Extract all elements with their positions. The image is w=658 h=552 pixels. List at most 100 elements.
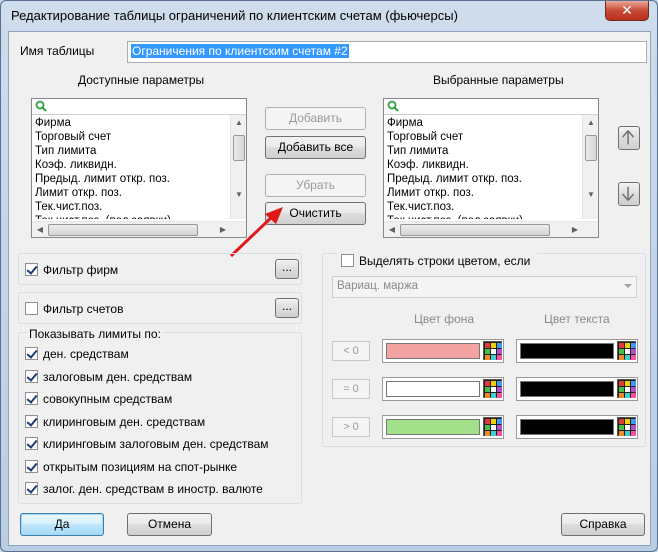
dialog-window: Редактирование таблицы ограничений по кл… <box>0 0 658 552</box>
arrow-down-icon <box>622 186 635 201</box>
highlight-field-value: Вариац. маржа <box>337 280 419 292</box>
list-item[interactable]: Тек.чист.поз. <box>386 200 581 214</box>
color-palette-icon[interactable] <box>483 341 502 360</box>
list-item[interactable]: Лимит откр. поз. <box>386 186 581 200</box>
selected-search[interactable] <box>384 99 598 115</box>
color-palette-icon[interactable] <box>483 379 502 398</box>
remove-button[interactable]: Убрать <box>265 174 366 197</box>
title-bar: Редактирование таблицы ограничений по кл… <box>1 1 657 31</box>
color-palette-icon[interactable] <box>483 417 502 436</box>
table-name-label: Имя таблицы <box>20 44 95 58</box>
scroll-down-icon[interactable]: ▼ <box>231 187 247 203</box>
available-hscrollbar[interactable]: ◀ ▶ <box>32 221 246 237</box>
show-limits-group: Показывать лимиты по: ден. средствам зало… <box>18 327 302 504</box>
selected-vscrollbar[interactable]: ▲ ▼ <box>582 115 598 219</box>
list-item[interactable]: Торговый счет <box>386 130 581 144</box>
selected-params-list[interactable]: Фирма Торговый счет Тип лимита Коэф. ликвид… <box>383 98 599 238</box>
available-search[interactable] <box>32 99 246 115</box>
firm-filter-label: Фильтр фирм <box>43 263 119 277</box>
account-filter-browse-button[interactable]: ... <box>275 298 299 318</box>
limit-checkbox[interactable] <box>25 392 38 405</box>
text-color-picker[interactable] <box>516 415 638 439</box>
color-palette-icon[interactable] <box>617 417 636 436</box>
search-icon <box>35 100 47 112</box>
search-icon <box>387 100 399 112</box>
ok-button[interactable]: Да <box>20 513 104 536</box>
color-palette-icon[interactable] <box>617 341 636 360</box>
list-item[interactable]: Тек.чист.поз. (под заявки) <box>34 214 229 219</box>
scroll-right-icon[interactable]: ▶ <box>567 222 583 238</box>
account-filter-checkbox[interactable] <box>25 302 38 315</box>
text-color-header: Цвет текста <box>544 312 610 326</box>
scroll-thumb[interactable] <box>400 224 550 236</box>
firm-filter-group: Фильтр фирм ... <box>18 253 302 285</box>
limit-checkbox[interactable] <box>25 347 38 360</box>
selected-items: Фирма Торговый счет Тип лимита Коэф. ликвид… <box>386 116 581 219</box>
highlight-field-select[interactable]: Вариац. маржа <box>332 276 637 298</box>
color-swatch <box>386 343 480 359</box>
highlight-label: Выделять строки цветом, если <box>359 254 531 268</box>
list-item[interactable]: Тек.чист.поз. <box>34 200 229 214</box>
limit-label: совокупным средствам <box>43 392 173 406</box>
bg-color-picker[interactable] <box>382 415 504 439</box>
add-all-button[interactable]: Добавить все <box>265 136 366 159</box>
scroll-left-icon[interactable]: ◀ <box>384 222 400 238</box>
list-item[interactable]: Тек.чист.поз. (под заявки) <box>386 214 581 219</box>
account-filter-label: Фильтр счетов <box>43 302 124 316</box>
list-item[interactable]: Предыд. лимит откр. поз. <box>34 172 229 186</box>
help-button[interactable]: Справка <box>561 513 645 536</box>
selected-hscrollbar[interactable]: ◀ ▶ <box>384 221 598 237</box>
list-item[interactable]: Коэф. ликвидн. <box>386 158 581 172</box>
color-palette-icon[interactable] <box>617 379 636 398</box>
bg-color-header: Цвет фона <box>414 312 475 326</box>
list-item[interactable]: Тип лимита <box>386 144 581 158</box>
limit-checkbox[interactable] <box>25 482 38 495</box>
scroll-thumb[interactable] <box>585 135 597 161</box>
bg-color-picker[interactable] <box>382 377 504 401</box>
table-name-input[interactable]: Ограничения по клиентским счетам #2 <box>127 41 647 63</box>
scroll-up-icon[interactable]: ▲ <box>583 115 599 131</box>
comparison-label: > 0 <box>332 417 370 437</box>
limit-label: клиринговым залоговым ден. средствам <box>43 437 269 451</box>
text-color-picker[interactable] <box>516 339 638 363</box>
comparison-label: < 0 <box>332 341 370 361</box>
color-swatch <box>386 419 480 435</box>
list-item[interactable]: Фирма <box>386 116 581 130</box>
color-swatch <box>386 381 480 397</box>
list-item[interactable]: Торговый счет <box>34 130 229 144</box>
list-item[interactable]: Коэф. ликвидн. <box>34 158 229 172</box>
move-up-button[interactable] <box>618 126 640 150</box>
annotation-arrow-icon <box>229 207 283 258</box>
firm-filter-checkbox[interactable] <box>25 263 38 276</box>
close-button[interactable]: ✕ <box>605 1 649 21</box>
limit-checkbox[interactable] <box>25 437 38 450</box>
scroll-down-icon[interactable]: ▼ <box>583 187 599 203</box>
scroll-thumb[interactable] <box>48 224 198 236</box>
limit-label: залог. ден. средствам в иностр. валюте <box>43 482 263 496</box>
highlight-checkbox[interactable] <box>341 254 354 267</box>
scroll-up-icon[interactable]: ▲ <box>231 115 247 131</box>
move-down-button[interactable] <box>618 182 640 206</box>
add-button[interactable]: Добавить <box>265 107 366 130</box>
firm-filter-browse-button[interactable]: ... <box>275 259 299 279</box>
list-item[interactable]: Тип лимита <box>34 144 229 158</box>
limit-checkbox[interactable] <box>25 414 38 428</box>
limit-checkbox[interactable] <box>25 369 38 383</box>
color-swatch <box>520 343 614 359</box>
list-item[interactable]: Лимит откр. поз. <box>34 186 229 200</box>
comparison-label: = 0 <box>332 379 370 399</box>
available-params-list[interactable]: Фирма Торговый счет Тип лимита Коэф. ликвид… <box>31 98 247 238</box>
list-item[interactable]: Фирма <box>34 116 229 130</box>
text-color-picker[interactable] <box>516 377 638 401</box>
limit-label: залоговым ден. средствам <box>43 369 193 384</box>
dialog-body: Имя таблицы Ограничения по клиентским сч… <box>8 31 651 546</box>
cancel-button[interactable]: Отмена <box>127 513 212 536</box>
bg-color-picker[interactable] <box>382 339 504 363</box>
list-item[interactable]: Предыд. лимит откр. поз. <box>386 172 581 186</box>
chevron-down-icon <box>624 284 632 288</box>
limit-checkbox[interactable] <box>25 459 38 473</box>
scroll-left-icon[interactable]: ◀ <box>32 222 48 238</box>
scroll-thumb[interactable] <box>233 135 245 161</box>
color-swatch <box>520 419 614 435</box>
limit-label: ден. средствам <box>43 347 129 361</box>
